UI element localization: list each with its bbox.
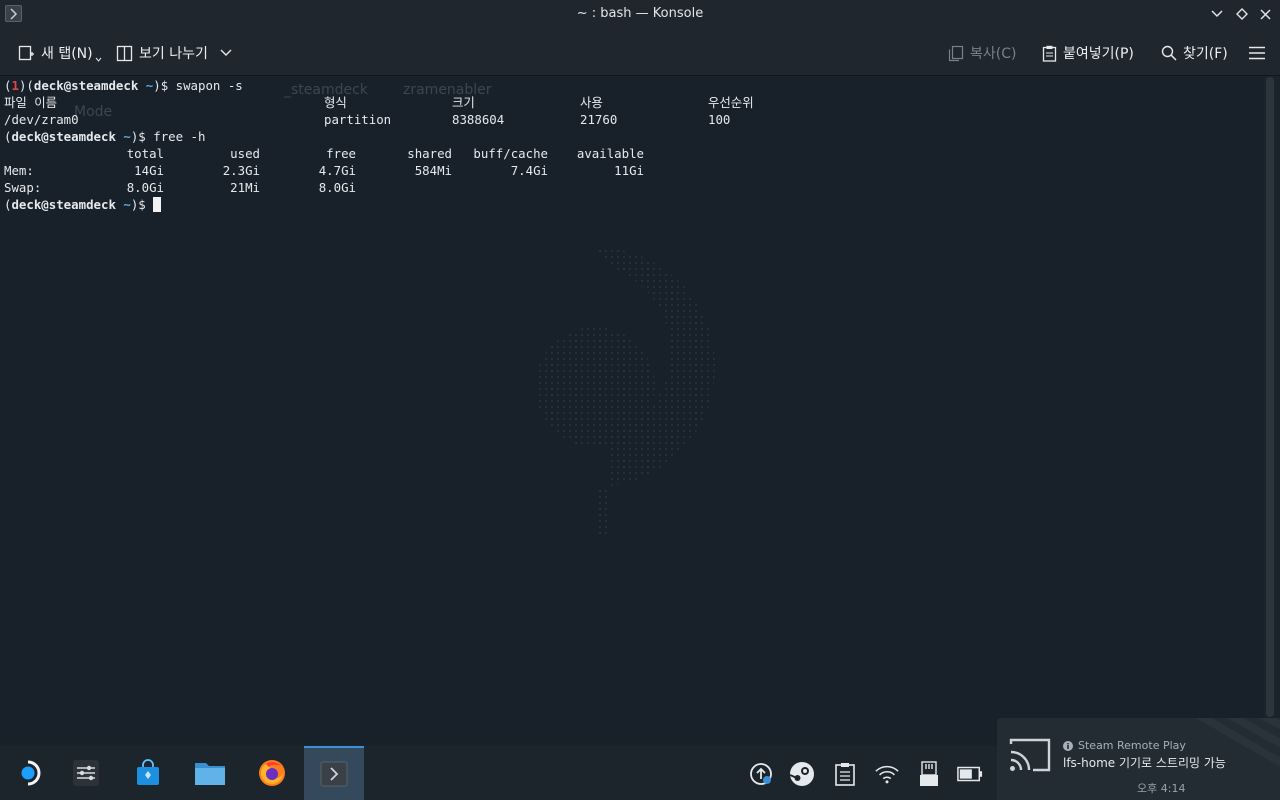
diamond-icon	[1236, 8, 1248, 20]
swapon-header-filename: 파일 이름	[4, 95, 58, 110]
search-icon	[1161, 45, 1177, 61]
copy-icon	[948, 45, 964, 61]
system-settings-icon	[73, 760, 99, 786]
close-button[interactable]	[1257, 6, 1273, 22]
terminal-scrollbar[interactable]	[1266, 77, 1274, 717]
discover-store-icon	[137, 759, 159, 785]
toolbar: 새 탭(N) 보기 나누기 복사(C) 붙여넣기(P) 찾기(F)	[0, 30, 1280, 76]
clipboard-icon[interactable]	[832, 761, 858, 787]
info-icon	[1063, 740, 1073, 751]
prompt-line: (deck@steamdeck ~)$	[4, 196, 243, 213]
notification-header: Steam Remote Play	[1063, 739, 1186, 752]
split-view-button[interactable]: 보기 나누기	[116, 42, 232, 64]
free-row-mem: Mem: 14Gi 2.3Gi 4.7Gi 584Mi 7.4Gi 11Gi	[4, 162, 644, 179]
clock-text: 오후 4:14	[1137, 782, 1186, 795]
free-header-available: available	[576, 146, 644, 161]
copy-label: 복사(C)	[970, 46, 1017, 62]
konsole-task-button[interactable]	[304, 746, 364, 800]
swapon-cell: /dev/zram0	[4, 112, 79, 127]
find-button[interactable]: 찾기(F)	[1161, 42, 1228, 64]
hamburger-menu-icon	[1249, 46, 1265, 60]
swapon-header-priority: 우선순위	[708, 95, 754, 110]
konsole-icon	[320, 761, 348, 787]
swapon-cell: 100	[708, 112, 731, 127]
prompt-user: deck@steamdeck	[11, 129, 116, 144]
terminal-output: (1)(deck@steamdeck ~)$ swapon -s 파일 이름 형…	[4, 77, 754, 213]
free-cell: 8.0Gi	[318, 180, 356, 195]
window-title: ~ : bash — Konsole	[576, 6, 704, 21]
text-cursor	[153, 197, 162, 212]
terminal-view[interactable]: _steamdeck zramenabler Mode (1)(deck@ste…	[0, 77, 1264, 745]
chevron-down-small-icon	[95, 57, 101, 62]
notification-body: lfs-home 기기로 스트리밍 가능	[1063, 756, 1226, 770]
system-settings-button[interactable]	[56, 746, 116, 800]
background-ghost-text: zramenabler	[403, 82, 492, 98]
swapon-header-size: 크기	[452, 95, 475, 110]
firefox-button[interactable]	[242, 746, 302, 800]
title-bar: ~ : bash — Konsole	[0, 0, 1280, 30]
wallpaper-logo-icon	[535, 247, 715, 537]
free-cell: 11Gi	[614, 163, 644, 178]
prompt-user: deck@steamdeck	[33, 78, 139, 93]
maximize-button[interactable]	[1234, 6, 1250, 22]
minimize-button[interactable]	[1209, 6, 1225, 22]
command-text: swapon -s	[175, 78, 243, 93]
swapon-cell: 8388604	[452, 112, 505, 127]
chevron-down-icon	[1211, 10, 1223, 18]
application-launcher-button[interactable]	[0, 746, 60, 800]
paste-label: 붙여넣기(P)	[1063, 46, 1134, 62]
prompt-line: (1)(deck@steamdeck ~)$ swapon -s	[4, 78, 243, 93]
battery-icon[interactable]	[957, 761, 983, 787]
close-icon	[1259, 8, 1271, 20]
exit-status: 1	[11, 78, 19, 93]
swapon-row: /dev/zram0 partition 8388604 21760 100	[4, 111, 730, 128]
swapon-header-row: 파일 이름 형식 크기 사용 우선순위	[4, 94, 754, 111]
split-view-icon	[116, 45, 133, 61]
swapon-cell: partition	[324, 112, 392, 127]
new-tab-button[interactable]: 새 탭(N)	[18, 42, 102, 64]
prompt-dir: ~	[145, 78, 154, 93]
file-manager-button[interactable]	[180, 746, 240, 800]
sd-card-icon[interactable]	[916, 761, 942, 787]
new-tab-label: 새 탭(N)	[41, 46, 93, 62]
folder-icon	[195, 763, 225, 785]
swapon-header-used: 사용	[580, 95, 603, 110]
copy-button[interactable]: 복사(C)	[948, 42, 1016, 64]
prompt-dir: ~	[123, 197, 131, 212]
swapon-header-type: 형식	[324, 95, 347, 110]
find-label: 찾기(F)	[1183, 46, 1228, 62]
discover-store-button[interactable]	[118, 746, 178, 800]
paste-button[interactable]: 붙여넣기(P)	[1042, 42, 1134, 64]
prompt-line: (deck@steamdeck ~)$ free -h	[4, 129, 206, 144]
steam-icon[interactable]	[789, 761, 815, 787]
steam-deck-menu-icon	[21, 760, 41, 786]
free-row-swap: Swap: 8.0Gi 21Mi 8.0Gi	[4, 179, 356, 196]
cast-icon	[1009, 738, 1051, 772]
firefox-icon	[259, 760, 285, 786]
free-header-row: total used free shared buff/cache availa…	[4, 145, 644, 162]
wifi-icon[interactable]	[874, 761, 900, 787]
prompt-user: deck@steamdeck	[11, 197, 116, 212]
paste-icon	[1042, 45, 1057, 62]
split-view-label: 보기 나누기	[139, 46, 208, 62]
hamburger-menu-button[interactable]	[1249, 42, 1265, 64]
update-icon[interactable]	[748, 761, 774, 787]
command-text: free -h	[153, 129, 206, 144]
notification-popup[interactable]: Steam Remote Play lfs-home 기기로 스트리밍 가능 오…	[997, 718, 1280, 800]
chevron-down-icon	[220, 49, 232, 56]
prompt-dir: ~	[123, 129, 131, 144]
swapon-cell: 21760	[580, 112, 618, 127]
new-tab-icon	[18, 45, 34, 60]
notification-app-name: Steam Remote Play	[1078, 739, 1186, 752]
